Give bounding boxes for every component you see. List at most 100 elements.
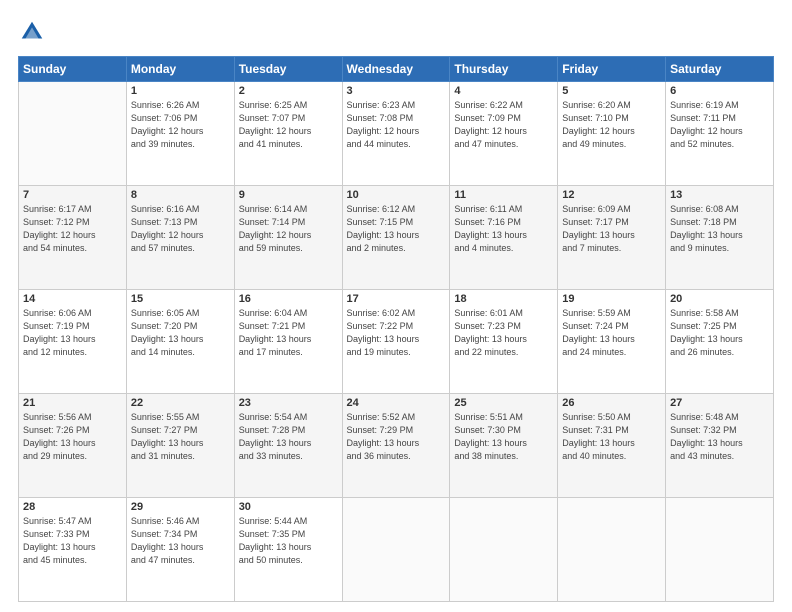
calendar-cell: 18Sunrise: 6:01 AM Sunset: 7:23 PM Dayli… [450,290,558,394]
weekday-header-row: SundayMondayTuesdayWednesdayThursdayFrid… [19,57,774,82]
calendar-cell: 30Sunrise: 5:44 AM Sunset: 7:35 PM Dayli… [234,498,342,602]
cell-info: Sunrise: 6:04 AM Sunset: 7:21 PM Dayligh… [239,307,338,359]
day-number: 6 [670,85,769,97]
calendar-cell: 6 Sunrise: 6:19 AM Sunset: 7:11 PM Daylig… [666,82,774,186]
weekday-header-tuesday: Tuesday [234,57,342,82]
calendar-cell: 27 Sunrise: 5:48 AM Sunset: 7:32 PM Dayli… [666,394,774,498]
calendar-cell: 20Sunrise: 5:58 AM Sunset: 7:25 PM Dayli… [666,290,774,394]
calendar-week-row: 7 Sunrise: 6:17 AM Sunset: 7:12 PM Daylig… [19,186,774,290]
day-number: 22 [131,397,230,409]
cell-info: Sunrise: 6:11 AM Sunset: 7:16 PM Dayligh… [454,203,553,255]
calendar-cell: 28 Sunrise: 5:47 AM Sunset: 7:33 PM Dayli… [19,498,127,602]
calendar-cell: 11 Sunrise: 6:11 AM Sunset: 7:16 PM Dayli… [450,186,558,290]
weekday-header-thursday: Thursday [450,57,558,82]
day-number: 30 [239,501,338,513]
day-number: 18 [454,293,553,305]
day-number: 2 [239,85,338,97]
calendar-cell: 21 Sunrise: 5:56 AM Sunset: 7:26 PM Dayli… [19,394,127,498]
day-number: 26 [562,397,661,409]
weekday-header-saturday: Saturday [666,57,774,82]
cell-info: Sunrise: 5:52 AM Sunset: 7:29 PM Dayligh… [347,411,446,463]
cell-info: Sunrise: 5:46 AM Sunset: 7:34 PM Dayligh… [131,515,230,567]
calendar-cell: 1 Sunrise: 6:26 AM Sunset: 7:06 PM Daylig… [126,82,234,186]
cell-info: Sunrise: 6:26 AM Sunset: 7:06 PM Dayligh… [131,99,230,151]
day-number: 25 [454,397,553,409]
day-number: 20 [670,293,769,305]
calendar-cell: 9 Sunrise: 6:14 AM Sunset: 7:14 PM Daylig… [234,186,342,290]
day-number: 10 [347,189,446,201]
weekday-header-sunday: Sunday [19,57,127,82]
calendar-cell [342,498,450,602]
logo-icon [18,18,46,46]
calendar-cell: 26 Sunrise: 5:50 AM Sunset: 7:31 PM Dayli… [558,394,666,498]
logo [18,18,50,46]
day-number: 7 [23,189,122,201]
day-number: 11 [454,189,553,201]
day-number: 5 [562,85,661,97]
calendar-cell [666,498,774,602]
day-number: 21 [23,397,122,409]
day-number: 27 [670,397,769,409]
day-number: 15 [131,293,230,305]
page: SundayMondayTuesdayWednesdayThursdayFrid… [0,0,792,612]
day-number: 16 [239,293,338,305]
calendar-cell: 10 Sunrise: 6:12 AM Sunset: 7:15 PM Dayli… [342,186,450,290]
cell-info: Sunrise: 6:16 AM Sunset: 7:13 PM Dayligh… [131,203,230,255]
day-number: 12 [562,189,661,201]
calendar-cell: 24 Sunrise: 5:52 AM Sunset: 7:29 PM Dayli… [342,394,450,498]
calendar-cell: 25Sunrise: 5:51 AM Sunset: 7:30 PM Dayli… [450,394,558,498]
day-number: 23 [239,397,338,409]
cell-info: Sunrise: 5:59 AM Sunset: 7:24 PM Dayligh… [562,307,661,359]
cell-info: Sunrise: 6:17 AM Sunset: 7:12 PM Dayligh… [23,203,122,255]
cell-info: Sunrise: 5:54 AM Sunset: 7:28 PM Dayligh… [239,411,338,463]
calendar-cell: 4 Sunrise: 6:22 AM Sunset: 7:09 PM Daylig… [450,82,558,186]
calendar-cell: 13Sunrise: 6:08 AM Sunset: 7:18 PM Dayli… [666,186,774,290]
calendar-cell: 3 Sunrise: 6:23 AM Sunset: 7:08 PM Daylig… [342,82,450,186]
cell-info: Sunrise: 5:50 AM Sunset: 7:31 PM Dayligh… [562,411,661,463]
calendar-cell: 12 Sunrise: 6:09 AM Sunset: 7:17 PM Dayli… [558,186,666,290]
cell-info: Sunrise: 6:14 AM Sunset: 7:14 PM Dayligh… [239,203,338,255]
calendar-cell: 2 Sunrise: 6:25 AM Sunset: 7:07 PM Daylig… [234,82,342,186]
day-number: 29 [131,501,230,513]
header [18,18,774,46]
cell-info: Sunrise: 6:23 AM Sunset: 7:08 PM Dayligh… [347,99,446,151]
cell-info: Sunrise: 6:20 AM Sunset: 7:10 PM Dayligh… [562,99,661,151]
cell-info: Sunrise: 6:02 AM Sunset: 7:22 PM Dayligh… [347,307,446,359]
calendar-cell: 17 Sunrise: 6:02 AM Sunset: 7:22 PM Dayli… [342,290,450,394]
calendar-cell: 16 Sunrise: 6:04 AM Sunset: 7:21 PM Dayli… [234,290,342,394]
cell-info: Sunrise: 6:22 AM Sunset: 7:09 PM Dayligh… [454,99,553,151]
cell-info: Sunrise: 6:19 AM Sunset: 7:11 PM Dayligh… [670,99,769,151]
cell-info: Sunrise: 6:25 AM Sunset: 7:07 PM Dayligh… [239,99,338,151]
cell-info: Sunrise: 6:06 AM Sunset: 7:19 PM Dayligh… [23,307,122,359]
calendar-cell [19,82,127,186]
calendar-cell: 19 Sunrise: 5:59 AM Sunset: 7:24 PM Dayli… [558,290,666,394]
calendar-cell: 7 Sunrise: 6:17 AM Sunset: 7:12 PM Daylig… [19,186,127,290]
day-number: 17 [347,293,446,305]
calendar-cell: 23 Sunrise: 5:54 AM Sunset: 7:28 PM Dayli… [234,394,342,498]
day-number: 9 [239,189,338,201]
day-number: 8 [131,189,230,201]
day-number: 14 [23,293,122,305]
weekday-header-friday: Friday [558,57,666,82]
day-number: 1 [131,85,230,97]
calendar-cell: 15 Sunrise: 6:05 AM Sunset: 7:20 PM Dayli… [126,290,234,394]
cell-info: Sunrise: 6:09 AM Sunset: 7:17 PM Dayligh… [562,203,661,255]
day-number: 24 [347,397,446,409]
cell-info: Sunrise: 5:47 AM Sunset: 7:33 PM Dayligh… [23,515,122,567]
cell-info: Sunrise: 6:08 AM Sunset: 7:18 PM Dayligh… [670,203,769,255]
calendar-week-row: 28 Sunrise: 5:47 AM Sunset: 7:33 PM Dayli… [19,498,774,602]
day-number: 4 [454,85,553,97]
cell-info: Sunrise: 5:56 AM Sunset: 7:26 PM Dayligh… [23,411,122,463]
day-number: 19 [562,293,661,305]
calendar-cell: 5 Sunrise: 6:20 AM Sunset: 7:10 PM Daylig… [558,82,666,186]
cell-info: Sunrise: 6:05 AM Sunset: 7:20 PM Dayligh… [131,307,230,359]
day-number: 3 [347,85,446,97]
calendar-cell [558,498,666,602]
cell-info: Sunrise: 5:48 AM Sunset: 7:32 PM Dayligh… [670,411,769,463]
calendar-cell: 29 Sunrise: 5:46 AM Sunset: 7:34 PM Dayli… [126,498,234,602]
calendar-week-row: 21 Sunrise: 5:56 AM Sunset: 7:26 PM Dayli… [19,394,774,498]
cell-info: Sunrise: 6:12 AM Sunset: 7:15 PM Dayligh… [347,203,446,255]
calendar-week-row: 14 Sunrise: 6:06 AM Sunset: 7:19 PM Dayli… [19,290,774,394]
day-number: 28 [23,501,122,513]
calendar-cell [450,498,558,602]
